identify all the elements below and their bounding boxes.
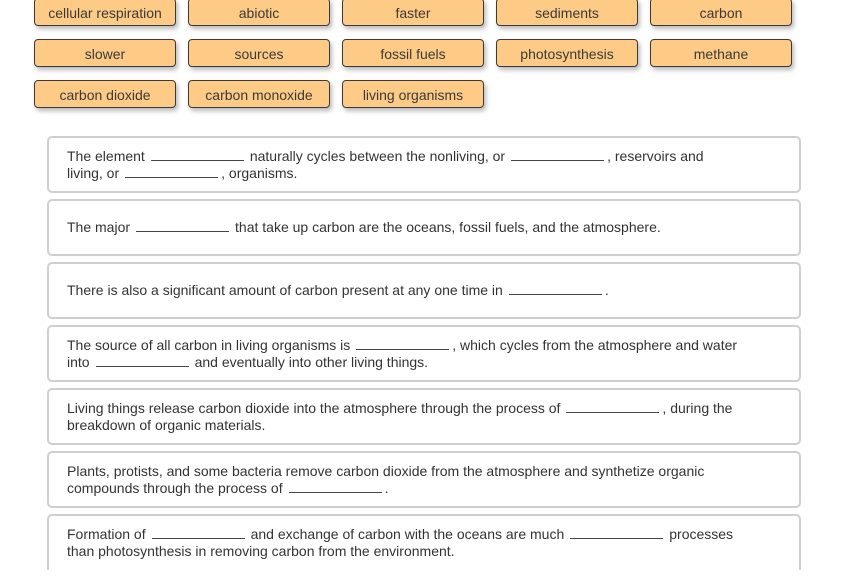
sentence-text: , during the	[662, 400, 733, 416]
sentence-text: Formation of	[67, 526, 146, 542]
word-chip-carbon[interactable]: carbon	[650, 0, 792, 26]
sentence-text: The major	[67, 219, 131, 235]
sentence-text: , organisms.	[221, 165, 298, 181]
drop-target-blank[interactable]	[150, 148, 244, 161]
drop-target-blank[interactable]	[511, 148, 605, 161]
sentence-text: living, or	[67, 165, 120, 181]
drop-target-blank[interactable]	[356, 337, 450, 350]
word-chip-fossil-fuels[interactable]: fossil fuels	[342, 39, 484, 67]
word-chip-photosynthesis[interactable]: photosynthesis	[496, 39, 638, 67]
sentence-text: The source of all carbon in living organ…	[67, 337, 351, 353]
sentence-text: and eventually into other living things.	[194, 354, 429, 370]
sentence-text: processes	[669, 526, 734, 542]
word-chip-sources[interactable]: sources	[188, 39, 330, 67]
sentence-text: compounds through the process of	[67, 480, 283, 496]
sentence-3: There is also a significant amount of ca…	[47, 262, 801, 319]
word-chip-cellular-respiration[interactable]: cellular respiration	[34, 0, 176, 26]
word-chip-carbon-monoxide[interactable]: carbon monoxide	[188, 80, 330, 108]
drop-target-blank[interactable]	[508, 282, 602, 295]
sentence-text: The element	[67, 148, 145, 164]
word-chip-faster[interactable]: faster	[342, 0, 484, 26]
word-chip-methane[interactable]: methane	[650, 39, 792, 67]
sentence-7: Formation of and exchange of carbon with …	[47, 514, 801, 570]
sentence-4: The source of all carbon in living organ…	[47, 325, 801, 382]
sentence-2: The major that take up carbon are the oce…	[47, 199, 801, 256]
drop-target-blank[interactable]	[125, 165, 219, 178]
word-chip-abiotic[interactable]: abiotic	[188, 0, 330, 26]
drop-target-blank[interactable]	[288, 480, 382, 493]
word-chip-carbon-dioxide[interactable]: carbon dioxide	[34, 80, 176, 108]
sentence-text: Living things release carbon dioxide int…	[67, 400, 561, 416]
sentence-1: The element naturally cycles between the …	[47, 136, 801, 193]
drop-target-blank[interactable]	[570, 526, 664, 539]
sentence-text: , reservoirs and	[607, 148, 704, 164]
sentence-text: .	[384, 480, 389, 496]
sentence-text: .	[604, 282, 609, 298]
sentence-text: There is also a significant amount of ca…	[67, 282, 503, 298]
drop-target-blank[interactable]	[136, 219, 230, 232]
sentence-5: Living things release carbon dioxide int…	[47, 388, 801, 445]
sentence-6: Plants, protists, and some bacteria remo…	[47, 451, 801, 508]
word-chip-sediments[interactable]: sediments	[496, 0, 638, 26]
sentence-text: naturally cycles between the nonliving, …	[249, 148, 506, 164]
sentence-text: Plants, protists, and some bacteria remo…	[67, 463, 705, 479]
word-chip-slower[interactable]: slower	[34, 39, 176, 67]
sentence-text: , which cycles from the atmosphere and w…	[452, 337, 738, 353]
sentence-text: that take up carbon are the oceans, foss…	[235, 219, 661, 235]
drop-target-blank[interactable]	[95, 354, 189, 367]
word-chip-living-organisms[interactable]: living organisms	[342, 80, 484, 108]
drop-target-blank[interactable]	[566, 400, 660, 413]
sentence-text: breakdown of organic materials.	[67, 417, 266, 433]
drop-target-blank[interactable]	[151, 526, 245, 539]
sentence-text: than photosynthesis in removing carbon f…	[67, 543, 455, 559]
sentence-text: into	[67, 354, 90, 370]
sentence-text: and exchange of carbon with the oceans a…	[250, 526, 565, 542]
